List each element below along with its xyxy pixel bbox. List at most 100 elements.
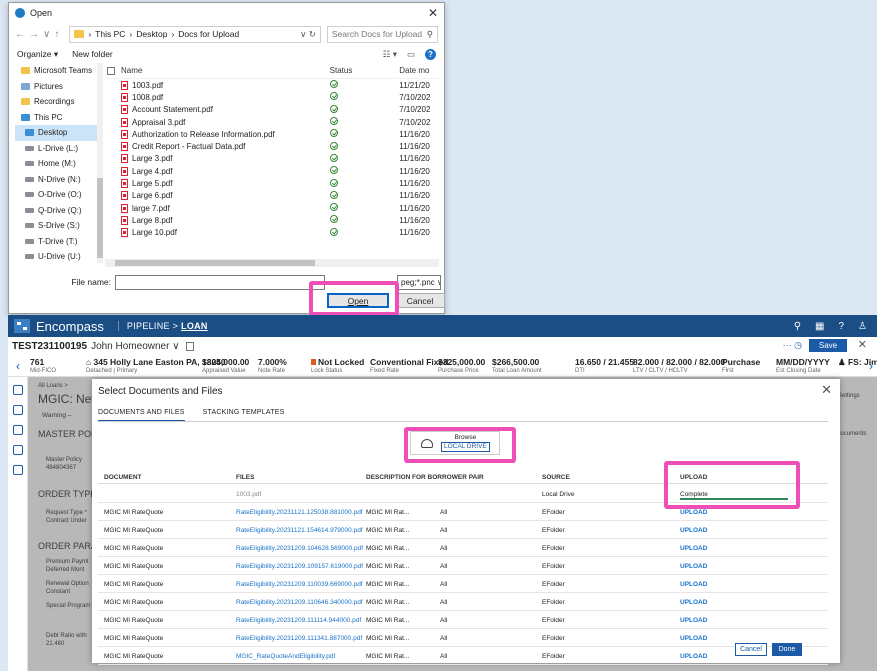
bg-premium: Premium Paymt	[46, 559, 89, 565]
view-options-icon[interactable]: ☷ ▾	[383, 49, 397, 60]
file-row[interactable]: Large 3.pdf 11/16/20	[105, 153, 439, 165]
file-name-input[interactable]	[115, 274, 325, 290]
cell-file-link[interactable]: RateEligibility.20231209.104628.569000.p…	[236, 545, 363, 552]
nav-item[interactable]: Microsoft Teams	[15, 63, 102, 79]
cell-file-link[interactable]: RateEligibility.20231121.125038.881000.p…	[236, 509, 363, 516]
column-date[interactable]: Date mo	[399, 66, 439, 75]
nav-item[interactable]: O-Drive (O:)	[15, 187, 102, 203]
new-folder-button[interactable]: New folder	[72, 49, 113, 59]
breadcrumb-docs[interactable]: Docs for Upload	[178, 29, 239, 39]
file-row[interactable]: Large 10.pdf 11/16/20	[105, 227, 439, 239]
chevron-left-icon[interactable]: ‹	[16, 359, 20, 373]
file-row[interactable]: Large 8.pdf 11/16/20	[105, 214, 439, 226]
address-bar[interactable]: › This PC › Desktop › Docs for Upload ∨ …	[69, 25, 321, 43]
nav-item[interactable]: S-Drive (S:)	[15, 218, 102, 234]
pdf-icon	[121, 129, 128, 139]
horizontal-scrollbar[interactable]	[105, 259, 439, 267]
file-row[interactable]: large 7.pdf 11/16/20	[105, 202, 439, 214]
nav-item[interactable]: Recordings	[15, 94, 102, 110]
file-date: 11/16/20	[399, 228, 430, 238]
breadcrumb-desktop[interactable]: Desktop	[136, 29, 167, 39]
save-button[interactable]: Save	[809, 339, 847, 352]
upload-button[interactable]: UPLOAD	[680, 653, 707, 660]
pdf-icon	[121, 142, 128, 152]
upload-button[interactable]: UPLOAD	[680, 527, 707, 534]
upload-button[interactable]: UPLOAD	[680, 509, 707, 516]
nav-loan[interactable]: LOAN	[181, 321, 208, 331]
file-row[interactable]: 1003.pdf 11/21/20	[105, 79, 439, 91]
cancel-button[interactable]: Cancel	[395, 293, 445, 308]
location-icon[interactable]	[13, 385, 23, 395]
close-icon[interactable]: ✕	[821, 382, 832, 398]
upload-button[interactable]: UPLOAD	[680, 581, 707, 588]
cell-file-link[interactable]: RateEligibility.20231209.109157.619000.p…	[236, 563, 363, 570]
file-row[interactable]: Authorization to Release Information.pdf…	[105, 128, 439, 140]
history-icon[interactable]: ··· ◷	[783, 340, 802, 351]
file-row[interactable]: Large 6.pdf 11/16/20	[105, 190, 439, 202]
cell-source: EFolder	[542, 599, 565, 606]
borrower-select[interactable]: John Homeowner ∨	[91, 341, 179, 352]
file-row[interactable]: Credit Report - Factual Data.pdf 11/16/20	[105, 140, 439, 152]
file-row[interactable]: 1008.pdf 7/10/202	[105, 91, 439, 103]
file-row[interactable]: Large 5.pdf 11/16/20	[105, 177, 439, 189]
cell-file-link[interactable]: RateEligibility.20231121.154614.979000.p…	[236, 527, 363, 534]
file-row[interactable]: Account Statement.pdf 7/10/202	[105, 104, 439, 116]
upload-button[interactable]: UPLOAD	[680, 599, 707, 606]
upload-button[interactable]: UPLOAD	[680, 635, 707, 642]
file-type-select[interactable]: peg;*.pnc ∨	[397, 275, 441, 290]
file-date: 7/10/202	[399, 117, 431, 127]
nav-item[interactable]: Home (M:)	[15, 156, 102, 172]
nav-scrollbar[interactable]	[97, 63, 103, 263]
pdf-icon	[121, 191, 128, 201]
document-icon[interactable]	[185, 341, 194, 351]
search-input[interactable]: Search Docs for Upload ⚲	[326, 25, 438, 43]
cell-file-link[interactable]: RateEligibility.20231209.111341.887000.p…	[236, 635, 362, 642]
cell-file-link[interactable]: RateEligibility.20231209.111114.944000.p…	[236, 617, 361, 624]
preview-pane-icon[interactable]: ▭	[407, 49, 415, 60]
cell-file-link[interactable]: RateEligibility.20231209.110646.340000.p…	[236, 599, 363, 606]
upload-button[interactable]: UPLOAD	[680, 545, 707, 552]
nav-item[interactable]: U-Drive (U:)	[15, 249, 102, 263]
cancel-button[interactable]: Cancel	[735, 643, 767, 656]
nav-item[interactable]: T-Drive (T:)	[15, 234, 102, 250]
nav-item[interactable]: N-Drive (N:)	[15, 172, 102, 188]
bank-icon[interactable]	[13, 465, 23, 475]
nav-item[interactable]: Q-Drive (Q:)	[15, 203, 102, 219]
search-icon[interactable]: ⚲	[794, 321, 801, 332]
cell-borrower-pair: All	[440, 563, 448, 570]
done-button[interactable]: Done	[772, 643, 802, 656]
nav-arrows-icon[interactable]: ←→∨↑	[15, 29, 63, 40]
organize-button[interactable]: Organize ▾	[17, 49, 58, 60]
cell-file-link[interactable]: RateEligibility.20231209.110039.669000.p…	[236, 581, 363, 588]
upload-button[interactable]: UPLOAD	[680, 563, 707, 570]
column-name[interactable]: Name	[121, 66, 142, 75]
nav-item[interactable]: Desktop	[15, 125, 102, 141]
help-icon[interactable]: ?	[425, 48, 436, 60]
nav-item[interactable]: Pictures	[15, 79, 102, 95]
notes-icon[interactable]	[13, 425, 23, 435]
info-label: Fixed Rate	[370, 368, 400, 374]
cell-description: MGIC MI Rat...	[366, 545, 410, 552]
cell-file-link[interactable]: 1003.pdf	[236, 491, 261, 498]
chevron-down-icon[interactable]: ∨ ↻	[300, 29, 316, 40]
form-icon[interactable]	[13, 405, 23, 415]
apps-grid-icon[interactable]: ▦	[815, 321, 824, 332]
services-icon[interactable]	[13, 445, 23, 455]
column-status[interactable]: Status	[330, 66, 400, 75]
nav-item[interactable]: L-Drive (L:)	[15, 141, 102, 157]
cell-file-link[interactable]: MGIC_RateQuoteAndEligibility.pdf	[236, 653, 335, 660]
help-icon[interactable]: ?	[838, 321, 844, 332]
select-all-checkbox[interactable]	[107, 66, 115, 75]
close-icon[interactable]: ✕	[858, 338, 867, 351]
chevron-right-icon[interactable]: ›	[869, 359, 873, 373]
encompass-logo-icon	[14, 319, 30, 333]
nav-pipeline[interactable]: PIPELINE	[127, 321, 170, 331]
info-label: DTI	[575, 368, 585, 374]
breadcrumb-this-pc[interactable]: This PC	[95, 29, 125, 39]
close-icon[interactable]: ✕	[428, 6, 438, 20]
nav-item[interactable]: This PC	[15, 110, 102, 126]
file-row[interactable]: Appraisal 3.pdf 7/10/202	[105, 116, 439, 128]
upload-button[interactable]: UPLOAD	[680, 617, 707, 624]
file-row[interactable]: Large 4.pdf 11/16/20	[105, 165, 439, 177]
user-icon[interactable]: ♙	[858, 321, 867, 332]
